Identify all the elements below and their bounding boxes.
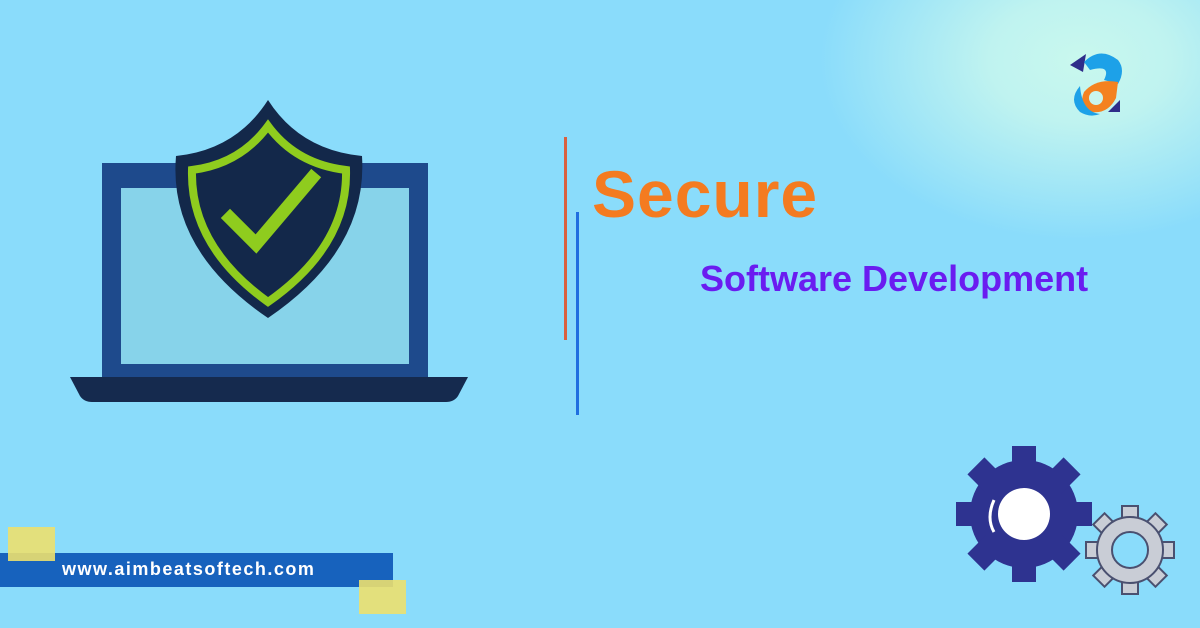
divider-blue	[576, 212, 579, 415]
decorative-square	[359, 580, 406, 614]
small-gear-icon	[1085, 505, 1175, 595]
decorative-square	[8, 527, 55, 561]
headline-subtitle: Software Development	[700, 258, 1089, 299]
brand-logo	[1070, 53, 1122, 116]
headline-title: Secure	[592, 157, 819, 231]
divider-red	[564, 137, 567, 340]
large-gear-icon	[956, 446, 1092, 582]
laptop-base	[70, 377, 468, 402]
website-url[interactable]: www.aimbeatsoftech.com	[62, 559, 315, 580]
gears-illustration	[956, 446, 1175, 595]
secure-laptop-illustration	[70, 100, 468, 402]
